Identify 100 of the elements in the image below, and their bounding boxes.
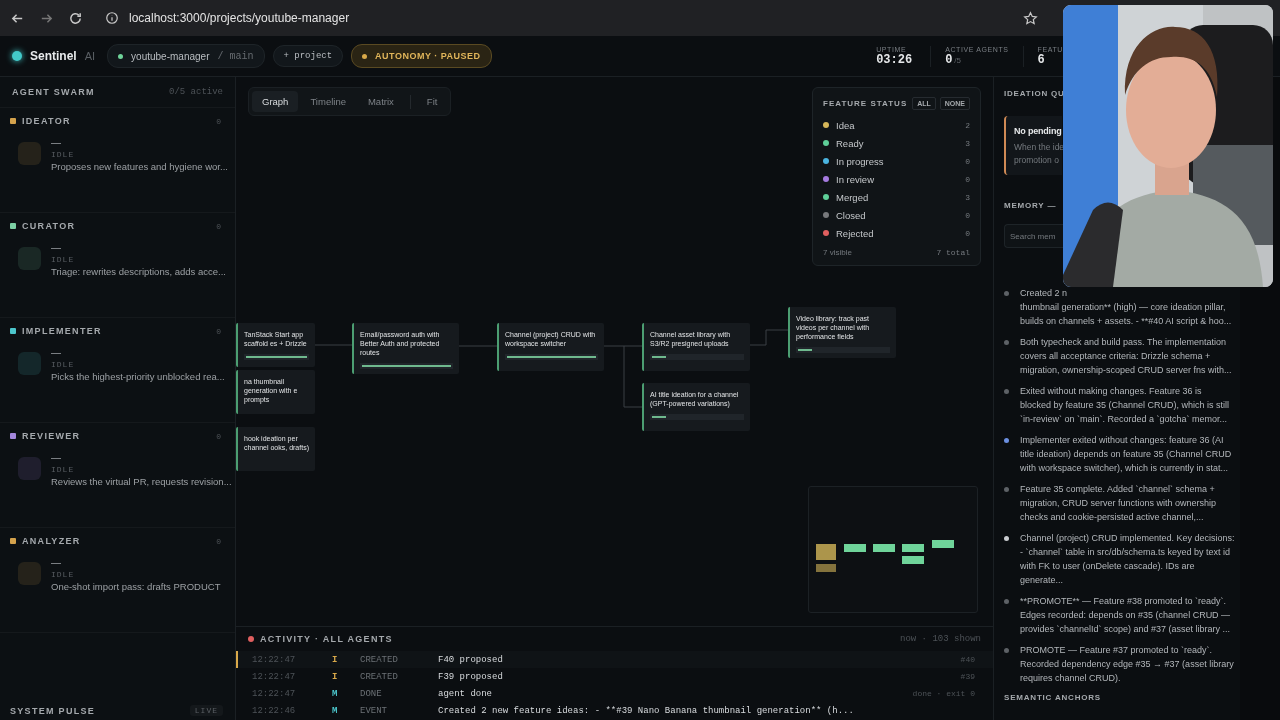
event-type: CREATED: [360, 654, 399, 665]
section-title: AGENT SWARM: [12, 87, 95, 97]
status-label[interactable]: Merged: [836, 191, 959, 203]
live-badge: LIVE: [189, 705, 223, 716]
agent-status: IDLE: [51, 255, 76, 264]
activity-time: 12:22:46: [252, 705, 297, 716]
minimap-node: [902, 544, 924, 552]
status-label[interactable]: Closed: [836, 209, 959, 221]
activity-row[interactable]: 12:22:47 I CREATED F40 proposed #40: [236, 651, 993, 668]
event-type: EVENT: [360, 705, 388, 716]
event-tag: #39: [960, 672, 975, 681]
agent-task: —: [51, 348, 62, 358]
agent-avatar: [18, 142, 41, 165]
view-tab[interactable]: Graph: [252, 91, 299, 112]
card-text: promotion o: [1014, 155, 1060, 165]
section-title: MEMORY —: [1004, 201, 1057, 210]
memory-text[interactable]: PROMOTE — Feature #37 promoted to `ready`. Recorded dependency edge #35 → #37 (asset library requires channel CRUD).: [1020, 643, 1235, 685]
status-count: 3: [965, 138, 970, 148]
agent-task: —: [51, 138, 62, 148]
stat-value: 6: [1037, 52, 1045, 67]
status-count: 0: [965, 228, 970, 238]
agent-name: CURATOR: [22, 221, 77, 231]
event-message: agent done: [438, 688, 493, 699]
status-label[interactable]: Ready: [836, 137, 959, 149]
memory-text[interactable]: Exited without making changes. Feature 36 is blocked by feature 35 (Channel CRUD), which is still `in-review` on `main`. Recorded a `gotcha` memor...: [1020, 384, 1235, 426]
logo-icon: [12, 51, 22, 61]
agent-description: Reviews the virtual PR, requests revision...: [51, 476, 232, 487]
agent-letter: M: [332, 705, 339, 716]
agent-avatar: [18, 562, 41, 585]
event-type: DONE: [360, 688, 383, 699]
activity-row[interactable]: 12:22:47 I CREATED F39 proposed #39: [236, 668, 993, 685]
agent-description: Proposes new features and hygiene wor...: [51, 161, 228, 172]
minimap-node: [816, 544, 836, 560]
agent-name: ANALYZER: [22, 536, 82, 546]
agent-status: IDLE: [51, 465, 76, 474]
memory-text[interactable]: Implementer exited without changes: feature 36 (AI title ideation) depends on feature 35 (Channel CRUD with workspace switcher), which is currently in stat...: [1020, 433, 1235, 475]
brand-suffix: AI: [84, 50, 96, 62]
status-count: 2: [965, 120, 970, 130]
status-label[interactable]: In progress: [836, 155, 959, 167]
activity-time: 12:22:47: [252, 688, 297, 699]
agent-name: REVIEWER: [22, 431, 82, 441]
fit-button[interactable]: Fit: [416, 91, 448, 112]
brand-name: Sentinel: [30, 49, 77, 63]
agent-task: —: [51, 243, 62, 253]
agent-letter: M: [332, 688, 339, 699]
memory-text[interactable]: **PROMOTE** — Feature #38 promoted to `ready`. Edges recorded: depends on #35 (channel CRUD — provides `channelId` scope) and #37 (asset library ...: [1020, 594, 1235, 636]
event-tag: #40: [960, 655, 975, 664]
section-title: SYSTEM PULSE: [10, 705, 96, 716]
section-title: SEMANTIC ANCHORS: [1004, 693, 1101, 702]
panel-title: ACTIVITY · ALL AGENTS: [260, 634, 393, 644]
reload-icon[interactable]: [68, 10, 83, 26]
minimap[interactable]: [808, 486, 978, 613]
add-project-button[interactable]: + project: [272, 45, 344, 67]
memory-text[interactable]: Feature 35 complete. Added `channel` schema + migration, CRUD server functions with ownership checks and cookie-persisted active channel,...: [1020, 482, 1235, 524]
activity-meta: now · 103 shown: [900, 634, 981, 644]
minimap-node: [932, 540, 954, 548]
memory-text[interactable]: Created 2 n: [1020, 286, 1068, 300]
event-type: CREATED: [360, 671, 399, 682]
status-label[interactable]: Idea: [836, 119, 959, 131]
stat-value: 0: [945, 52, 953, 67]
card-title: No pending: [1014, 126, 1062, 136]
agent-name: IDEATOR: [22, 116, 72, 126]
agent-letter: I: [332, 671, 339, 682]
agent-avatar: [18, 457, 41, 480]
active-count: 0/5 active: [169, 87, 223, 97]
view-tab[interactable]: Timeline: [300, 91, 356, 112]
event-message: Created 2 new feature ideas: - **#39 Nano Banana thumbnail generation** (h...: [438, 705, 855, 716]
agent-task: —: [51, 453, 62, 463]
agent-status: IDLE: [51, 360, 76, 369]
minimap-node: [844, 544, 866, 552]
activity-row[interactable]: 12:22:46 M EVENT Created 2 new feature ideas: - **#39 Nano Banana thumbnail generation** (h...: [236, 702, 993, 719]
agent-description: Picks the highest-priority unblocked rea...: [51, 371, 225, 382]
status-label[interactable]: Rejected: [836, 227, 959, 239]
url-text: localhost:3000/projects/youtube-manager: [129, 11, 351, 25]
autonomy-badge[interactable]: AUTONOMY · PAUSED: [351, 44, 492, 68]
status-count: 0: [965, 156, 970, 166]
memory-text[interactable]: Both typecheck and build pass. The implementation covers all acceptance criteria: Drizzle schema + migration, ownership-scoped CRUD server fns with...: [1020, 335, 1235, 377]
agent-task: —: [51, 558, 62, 568]
view-tab[interactable]: Matrix: [357, 91, 404, 112]
memory-text[interactable]: thumbnail generation** (high) — core ideation pillar, builds on channels + assets. - **#40 AI script & hoo...: [1020, 300, 1235, 328]
search-field[interactable]: Search mem: [1004, 224, 1063, 248]
star-icon[interactable]: [1023, 10, 1038, 26]
memory-text[interactable]: Channel (project) CRUD implemented. Key decisions: - `channel` table in src/db/schema.ts keyed by text id with FK to user (onDelete cascade). IDs are generate...: [1020, 531, 1235, 587]
agent-card[interactable]: — IDLE Picks the highest-priority unblocked rea...: [10, 348, 225, 382]
visible-count: 7 visible: [823, 248, 852, 257]
agent-card[interactable]: — IDLE Triage: rewrites descriptions, adds acce...: [10, 243, 225, 277]
agent-card[interactable]: — IDLE Proposes new features and hygiene wor...: [10, 138, 225, 172]
project-selector[interactable]: youtube-manager / main: [107, 44, 265, 68]
minimap-node: [816, 564, 836, 572]
event-message: F40 proposed: [438, 654, 504, 665]
activity-time: 12:22:47: [252, 671, 297, 682]
status-label[interactable]: In review: [836, 173, 959, 185]
info-icon[interactable]: [105, 11, 119, 25]
stat-value: 03:26: [876, 52, 913, 67]
agent-letter: I: [332, 654, 339, 665]
address-bar[interactable]: localhost:3000/projects/youtube-manager: [97, 5, 1052, 31]
section-title: IDEATION QU: [1004, 89, 1065, 98]
agent-card[interactable]: — IDLE One-shot import pass: drafts PRODUCT: [10, 558, 225, 592]
panel-title: FEATURE STATUS: [823, 99, 909, 108]
agent-avatar: [18, 247, 41, 270]
